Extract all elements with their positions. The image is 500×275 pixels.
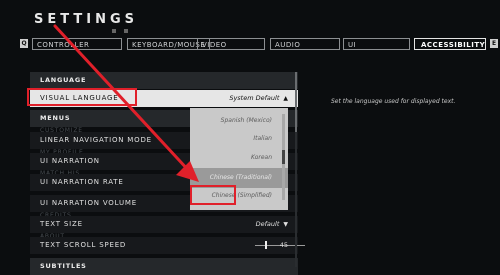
arrow-shaft [53, 24, 192, 174]
annotation-arrow [53, 24, 199, 182]
arrow-head [176, 161, 199, 182]
